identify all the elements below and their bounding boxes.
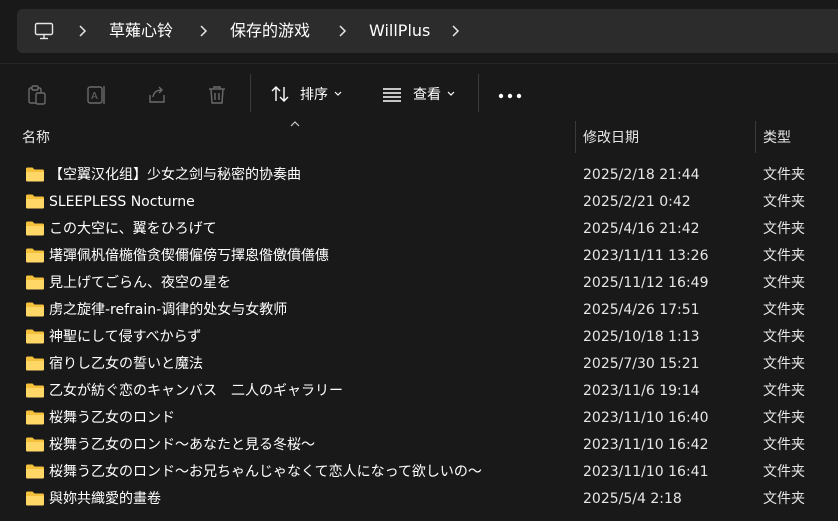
file-modified: 2025/2/18 21:44 — [583, 167, 700, 183]
folder-icon — [26, 221, 44, 236]
chevron-down-icon — [447, 91, 455, 96]
computer-icon[interactable] — [34, 22, 54, 40]
file-type: 文件夹 — [763, 167, 805, 183]
breadcrumb-item[interactable]: 保存的游戏 — [230, 20, 310, 42]
paste-icon[interactable] — [26, 84, 48, 106]
chevron-right-icon[interactable] — [198, 24, 208, 38]
file-modified: 2025/11/12 16:49 — [583, 275, 709, 291]
folder-icon — [26, 302, 44, 317]
chevron-right-icon[interactable] — [450, 24, 460, 38]
file-row[interactable]: 乙女が紡ぐ恋のキャンバス 二人のギャラリー 2023/11/6 19:14 文件夹 — [0, 378, 838, 405]
file-name: 神聖にして侵すべからず — [49, 329, 202, 345]
file-modified: 2023/11/11 13:26 — [583, 248, 709, 264]
folder-icon — [26, 356, 44, 371]
file-modified: 2025/4/16 21:42 — [583, 221, 700, 237]
file-type: 文件夹 — [763, 356, 805, 372]
file-row[interactable]: 桜舞う乙女のロンド～お兄ちゃんじゃなくて恋人になって欲しいの～ 2023/11/1… — [0, 459, 838, 486]
command-bar: A 排序 查看 — [0, 63, 838, 122]
file-modified: 2025/7/30 15:21 — [583, 356, 700, 372]
file-modified: 2025/4/26 17:51 — [583, 302, 700, 318]
folder-icon — [26, 437, 44, 452]
chevron-right-icon[interactable] — [337, 24, 347, 38]
breadcrumb-item[interactable]: WillPlus — [369, 20, 430, 42]
sort-label: 排序 — [300, 87, 328, 103]
file-modified: 2023/11/10 16:42 — [583, 437, 709, 453]
view-button[interactable]: 查看 — [381, 81, 455, 107]
file-modified: 2023/11/10 16:41 — [583, 464, 709, 480]
file-list: 【空翼汉化组】少女之剑与秘密的协奏曲 2025/2/18 21:44 文件夹 SLEE… — [0, 162, 838, 513]
column-header-name[interactable]: 名称 — [22, 129, 50, 147]
file-row[interactable]: この大空に、翼をひろげて 2025/4/16 21:42 文件夹 — [0, 216, 838, 243]
file-type: 文件夹 — [763, 248, 805, 264]
folder-icon — [26, 194, 44, 209]
file-modified: 2023/11/6 19:14 — [583, 383, 700, 399]
file-modified: 2023/11/10 16:40 — [583, 410, 709, 426]
file-name: 【空翼汉化组】少女之剑与秘密的协奏曲 — [49, 167, 301, 183]
column-resize-handle[interactable] — [755, 121, 756, 153]
toolbar-divider — [250, 74, 251, 112]
folder-icon — [26, 167, 44, 182]
folder-icon — [26, 491, 44, 506]
folder-icon — [26, 383, 44, 398]
view-icon — [383, 88, 401, 102]
file-type: 文件夹 — [763, 464, 805, 480]
rename-icon[interactable]: A — [86, 84, 108, 106]
file-modified: 2025/10/18 1:13 — [583, 329, 700, 345]
file-name: 桜舞う乙女のロンド — [49, 410, 175, 426]
column-header-modified[interactable]: 修改日期 — [583, 129, 639, 147]
file-name: 見上げてごらん、夜空の星を — [49, 275, 231, 291]
file-row[interactable]: 神聖にして侵すべからず 2025/10/18 1:13 文件夹 — [0, 324, 838, 351]
file-row[interactable]: 墸彈佩杋偣椸偺贪偰儞僱傍丂擇恖偺儌僨僐僡 2023/11/11 13:26 文件夹 — [0, 243, 838, 270]
share-icon[interactable] — [146, 84, 168, 106]
sort-button[interactable]: 排序 — [270, 81, 342, 107]
file-type: 文件夹 — [763, 329, 805, 345]
file-type: 文件夹 — [763, 410, 805, 426]
column-header: 名称 修改日期 类型 — [0, 121, 838, 154]
file-name: 乙女が紡ぐ恋のキャンバス 二人のギャラリー — [49, 383, 343, 399]
file-type: 文件夹 — [763, 194, 805, 210]
breadcrumb-item[interactable]: 草薙心铃 — [109, 20, 173, 42]
file-type: 文件夹 — [763, 437, 805, 453]
file-type: 文件夹 — [763, 275, 805, 291]
column-resize-handle[interactable] — [575, 121, 576, 153]
file-row[interactable]: 桜舞う乙女のロンド～あなたと見る冬桜～ 2023/11/10 16:42 文件夹 — [0, 432, 838, 459]
file-row[interactable]: 見上げてごらん、夜空の星を 2025/11/12 16:49 文件夹 — [0, 270, 838, 297]
file-name: 墸彈佩杋偣椸偺贪偰儞僱傍丂擇恖偺儌僨僐僡 — [49, 248, 329, 264]
folder-icon — [26, 248, 44, 263]
file-type: 文件夹 — [763, 302, 805, 318]
file-row[interactable]: SLEEPLESS Nocturne 2025/2/21 0:42 文件夹 — [0, 189, 838, 216]
svg-text:A: A — [91, 91, 98, 102]
column-header-type[interactable]: 类型 — [763, 129, 791, 147]
folder-icon — [26, 275, 44, 290]
toolbar-divider — [478, 74, 479, 112]
file-type: 文件夹 — [763, 491, 805, 507]
address-bar[interactable]: 草薙心铃 保存的游戏 WillPlus — [17, 9, 838, 53]
file-name: SLEEPLESS Nocturne — [49, 194, 195, 210]
file-row[interactable]: 與妳共織愛的畫卷 2025/5/4 2:18 文件夹 — [0, 486, 838, 513]
delete-icon[interactable] — [206, 84, 228, 106]
view-label: 查看 — [413, 87, 441, 103]
file-type: 文件夹 — [763, 221, 805, 237]
sort-icon — [271, 86, 289, 102]
file-name: 與妳共織愛的畫卷 — [49, 491, 161, 507]
file-type: 文件夹 — [763, 383, 805, 399]
more-options-icon[interactable] — [498, 93, 522, 99]
folder-icon — [26, 464, 44, 479]
chevron-down-icon — [334, 91, 342, 96]
file-name: 虏之旋律-refrain-调律的处女与女教师 — [49, 302, 288, 318]
file-row[interactable]: 桜舞う乙女のロンド 2023/11/10 16:40 文件夹 — [0, 405, 838, 432]
file-name: 宿りし乙女の誓いと魔法 — [49, 356, 203, 372]
file-row[interactable]: 虏之旋律-refrain-调律的处女与女教师 2025/4/26 17:51 文件夹 — [0, 297, 838, 324]
file-name: この大空に、翼をひろげて — [49, 221, 217, 237]
chevron-right-icon[interactable] — [77, 24, 87, 38]
file-row[interactable]: 宿りし乙女の誓いと魔法 2025/7/30 15:21 文件夹 — [0, 351, 838, 378]
file-modified: 2025/5/4 2:18 — [583, 491, 682, 507]
file-name: 桜舞う乙女のロンド～あなたと見る冬桜～ — [49, 437, 315, 453]
file-name: 桜舞う乙女のロンド～お兄ちゃんじゃなくて恋人になって欲しいの～ — [49, 464, 482, 480]
file-row[interactable]: 【空翼汉化组】少女之剑与秘密的协奏曲 2025/2/18 21:44 文件夹 — [0, 162, 838, 189]
file-modified: 2025/2/21 0:42 — [583, 194, 691, 210]
folder-icon — [26, 329, 44, 344]
folder-icon — [26, 410, 44, 425]
